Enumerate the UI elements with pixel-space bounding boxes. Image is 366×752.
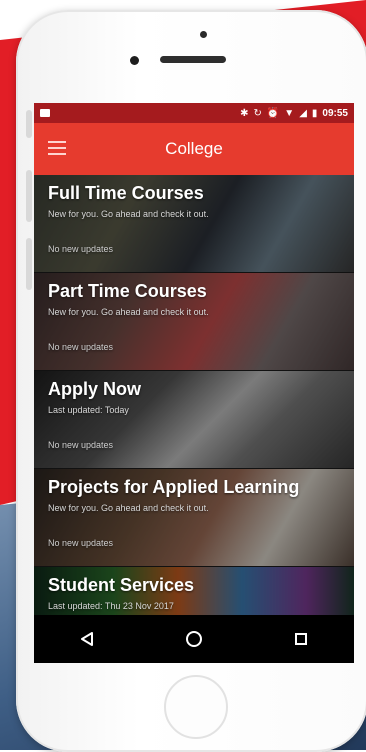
card-title: Student Services	[48, 575, 195, 595]
wifi-icon: ▼	[284, 107, 295, 119]
phone-camera	[200, 31, 207, 38]
card-title: Full Time Courses	[48, 183, 204, 203]
back-triangle-icon[interactable]	[67, 619, 107, 659]
phone-volume-down	[26, 238, 32, 290]
phone-speaker	[160, 56, 226, 63]
app-title: College	[165, 139, 223, 158]
card-apply-now[interactable]: Apply Now Last updated: Today No new upd…	[34, 371, 354, 469]
status-bar: ✱ ↻ ⏰ ▼ ◢ ▮ 09:55	[34, 103, 354, 123]
card-title: Apply Now	[48, 379, 141, 399]
bluetooth-icon: ✱	[240, 107, 249, 119]
sync-icon: ↻	[253, 107, 262, 119]
status-time: 09:55	[322, 107, 348, 119]
card-update-status: No new updates	[48, 538, 114, 548]
recents-square-icon[interactable]	[281, 619, 321, 659]
battery-icon: ▮	[311, 107, 318, 119]
card-update-status: No new updates	[48, 440, 114, 450]
phone-sensor	[130, 56, 139, 65]
notification-icon	[40, 108, 54, 118]
phone-volume-up	[26, 170, 32, 222]
card-subtitle: Last updated: Thu 23 Nov 2017	[48, 601, 174, 611]
status-icons: ✱ ↻ ⏰ ▼ ◢ ▮	[240, 108, 317, 119]
phone-mute-switch	[26, 110, 32, 138]
card-projects-applied-learning[interactable]: Projects for Applied Learning New for yo…	[34, 469, 354, 567]
alarm-icon: ⏰	[266, 107, 280, 119]
card-subtitle: New for you. Go ahead and check it out.	[48, 503, 209, 513]
card-subtitle: New for you. Go ahead and check it out.	[48, 307, 209, 317]
android-nav-bar	[34, 615, 354, 663]
card-title: Part Time Courses	[48, 281, 207, 301]
home-circle-icon[interactable]	[174, 619, 214, 659]
phone-home-button[interactable]	[164, 675, 228, 739]
card-update-status: No new updates	[48, 342, 114, 352]
card-full-time-courses[interactable]: Full Time Courses New for you. Go ahead …	[34, 175, 354, 273]
signal-icon: ◢	[299, 107, 307, 119]
card-part-time-courses[interactable]: Part Time Courses New for you. Go ahead …	[34, 273, 354, 371]
course-list: Full Time Courses New for you. Go ahead …	[34, 175, 354, 631]
card-subtitle: Last updated: Today	[48, 405, 129, 415]
card-title: Projects for Applied Learning	[48, 477, 300, 497]
card-update-status: No new updates	[48, 244, 114, 254]
hamburger-menu-icon[interactable]	[48, 141, 66, 155]
card-subtitle: New for you. Go ahead and check it out.	[48, 209, 209, 219]
phone-screen: ✱ ↻ ⏰ ▼ ◢ ▮ 09:55 College Full Time Cour…	[34, 103, 354, 663]
app-bar: College	[34, 123, 354, 175]
